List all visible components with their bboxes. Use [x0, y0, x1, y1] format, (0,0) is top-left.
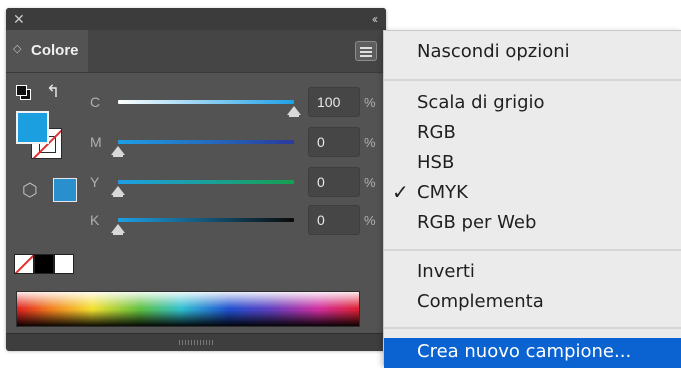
out-of-gamut-cube-icon[interactable]: ⬡ — [22, 180, 38, 201]
magenta-percent-label: % — [364, 135, 376, 150]
cyan-slider-track[interactable] — [118, 100, 294, 104]
color-spectrum-bar[interactable] — [16, 291, 360, 327]
default-fill-stroke-icon[interactable] — [16, 85, 31, 100]
magenta-slider-thumb[interactable] — [111, 146, 125, 157]
yellow-slider-track[interactable] — [118, 180, 294, 184]
black-swatch[interactable] — [34, 254, 54, 274]
menu-item-crea-nuovo-campione[interactable]: Crea nuovo campione... — [384, 338, 681, 368]
yellow-slider-thumb[interactable] — [111, 186, 125, 197]
magenta-slider-track[interactable] — [118, 140, 294, 144]
menu-separator — [384, 79, 681, 81]
collapse-icon[interactable]: ‹‹ — [372, 11, 378, 27]
menu-item-label: Crea nuovo campione... — [417, 341, 632, 362]
white-swatch[interactable] — [54, 254, 74, 274]
swap-fill-stroke-icon[interactable]: ↰ — [46, 82, 60, 102]
yellow-percent-label: % — [364, 175, 376, 190]
menu-item-rgb-per-web[interactable]: RGB per Web — [417, 212, 536, 233]
cyan-percent-label: % — [364, 95, 376, 110]
hamburger-icon — [360, 47, 372, 49]
black-slider-track[interactable] — [118, 218, 294, 222]
gamut-color-swatch[interactable] — [53, 178, 77, 202]
fill-swatch[interactable] — [16, 111, 49, 144]
panel-options-menu: Nascondi opzioni Scala di grigio RGB HSB… — [383, 30, 681, 368]
magenta-value-input[interactable]: 0 — [308, 127, 360, 157]
quick-swatches — [14, 254, 74, 274]
close-icon[interactable]: ✕ — [13, 10, 25, 28]
menu-item-scala-di-grigio[interactable]: Scala di grigio — [417, 92, 545, 113]
menu-item-hsb[interactable]: HSB — [417, 152, 454, 173]
slider-label-y: Y — [90, 174, 100, 190]
panel-titlebar: ✕ ‹‹ — [6, 8, 386, 30]
slider-label-m: M — [90, 134, 102, 150]
menu-item-complementa[interactable]: Complementa — [417, 291, 544, 312]
tab-arrows-icon[interactable]: ◇ — [13, 42, 21, 55]
slider-label-k: K — [90, 212, 100, 228]
yellow-value-input[interactable]: 0 — [308, 167, 360, 197]
panel-resize-bar — [6, 333, 386, 351]
black-percent-label: % — [364, 213, 376, 228]
tab-label: Colore — [31, 42, 79, 59]
tab-colore[interactable]: ◇ Colore — [6, 30, 88, 72]
black-value-input[interactable]: 0 — [308, 205, 360, 235]
slider-label-c: C — [90, 94, 101, 110]
black-slider-thumb[interactable] — [111, 224, 125, 235]
menu-separator — [384, 249, 681, 251]
cyan-slider-thumb[interactable] — [287, 106, 301, 117]
menu-item-inverti[interactable]: Inverti — [417, 261, 475, 282]
panel-menu-button[interactable] — [355, 41, 377, 61]
menu-item-nascondi-opzioni[interactable]: Nascondi opzioni — [417, 41, 570, 62]
checkmark-icon: ✓ — [392, 180, 409, 204]
resize-grip-icon[interactable] — [179, 340, 213, 345]
color-panel: ✕ ‹‹ ◇ Colore ↰ ⬡ C 100 % M 0 % Y 0 % K … — [6, 8, 386, 351]
menu-item-cmyk[interactable]: CMYK — [417, 182, 468, 203]
none-swatch[interactable] — [14, 254, 34, 274]
menu-separator — [384, 327, 681, 329]
menu-item-rgb[interactable]: RGB — [417, 122, 456, 143]
panel-tab-row: ◇ Colore — [6, 30, 386, 73]
cyan-value-input[interactable]: 100 — [308, 87, 360, 117]
